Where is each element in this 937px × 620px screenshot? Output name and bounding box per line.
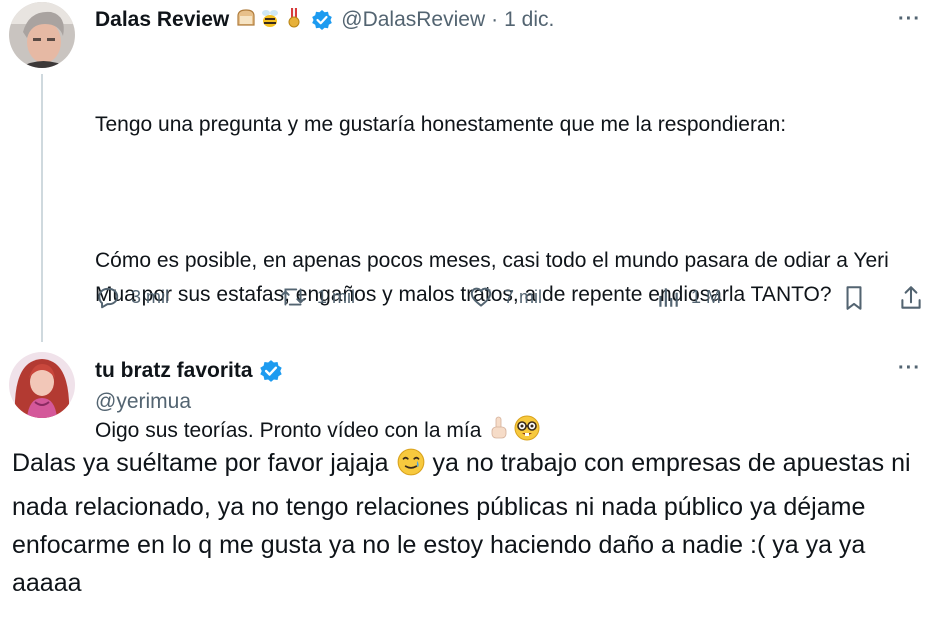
like-button[interactable]: 7 mil xyxy=(468,284,542,310)
avatar-dalas-review[interactable] xyxy=(9,2,75,68)
tweet-date[interactable]: 1 dic. xyxy=(504,8,554,32)
author-handle[interactable]: @DalasReview xyxy=(341,8,485,32)
bread-emoji-icon xyxy=(235,7,257,34)
bee-emoji-icon xyxy=(259,7,281,34)
repost-icon xyxy=(279,284,307,310)
repost-count: 1 mil xyxy=(317,286,356,307)
author-name[interactable]: Dalas Review xyxy=(95,8,229,32)
reply-author-handle[interactable]: @yerimua xyxy=(95,390,283,414)
tweet-action-bar: 3 mil 1 mil 7 mil 1 M xyxy=(95,284,935,322)
reply-text-part1: Dalas ya suéltame por favor jajaja xyxy=(12,449,389,477)
reply-icon xyxy=(95,284,121,310)
bookmark-icon xyxy=(841,284,867,312)
views-button[interactable]: 1 M xyxy=(655,284,721,310)
verified-badge-icon xyxy=(259,359,283,383)
bookmark-button[interactable] xyxy=(841,284,867,312)
reply-button[interactable]: 3 mil xyxy=(95,284,169,310)
date-separator: · xyxy=(491,8,499,31)
tear-smile-emoji-icon xyxy=(396,447,426,488)
share-icon xyxy=(898,284,924,312)
views-count: 1 M xyxy=(691,286,722,307)
reply-text: Dalas ya suéltame por favor jajaja ya no… xyxy=(12,444,922,602)
repost-button[interactable]: 1 mil xyxy=(279,284,355,310)
views-chart-icon xyxy=(655,284,681,310)
verified-badge-icon xyxy=(311,9,333,31)
name-emoji-badges xyxy=(235,7,305,34)
like-count: 7 mil xyxy=(504,286,543,307)
tweet-header: Dalas Review @DalasReview · 1 dic. xyxy=(95,4,554,36)
reply-count: 3 mil xyxy=(131,286,170,307)
reply-header: tu bratz favorita @yerimua xyxy=(95,356,283,414)
tweet-paragraph: Tengo una pregunta y me gustaría honesta… xyxy=(95,113,787,136)
heart-icon xyxy=(468,284,494,310)
tweet-text: Tengo una pregunta y me gustaría honesta… xyxy=(95,40,925,487)
more-options-icon[interactable]: ··· xyxy=(898,8,921,31)
medal-emoji-icon xyxy=(283,7,305,34)
reply-author-name[interactable]: tu bratz favorita xyxy=(95,359,253,383)
avatar-yerimua[interactable] xyxy=(9,352,75,418)
share-button[interactable] xyxy=(898,284,924,312)
tweet-paragraph-text: Oigo sus teorías. Pronto vídeo con la mí… xyxy=(95,419,482,442)
thread-connector-line xyxy=(41,74,43,342)
more-options-icon[interactable]: ··· xyxy=(898,357,921,380)
